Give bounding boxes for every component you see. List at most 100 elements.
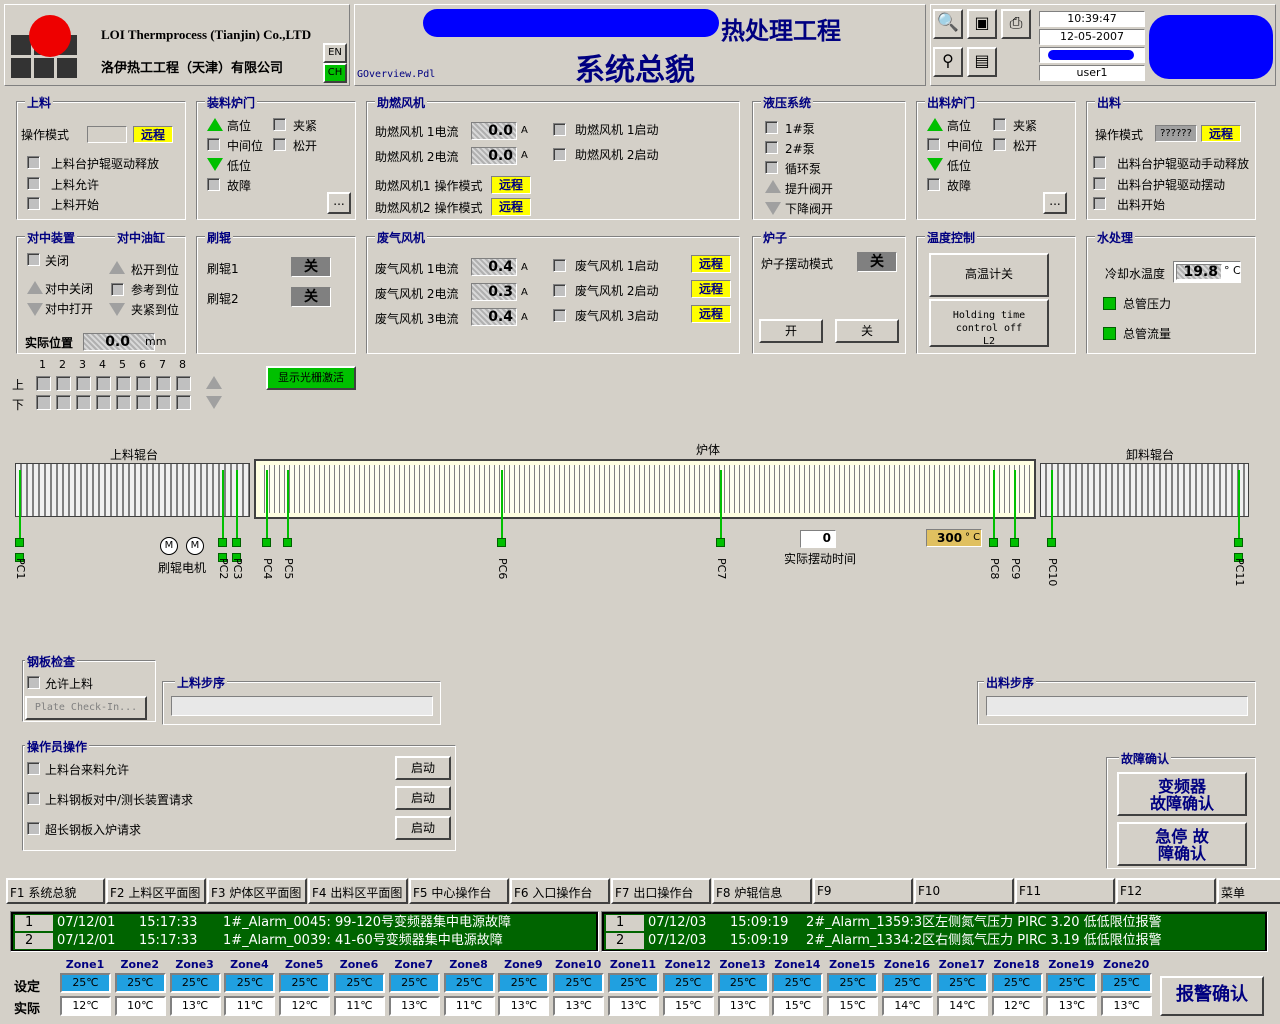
high-temp-off-button[interactable]: 高温计关 <box>929 253 1049 297</box>
grid-lower-cell[interactable] <box>56 395 71 410</box>
furnace-close-button[interactable]: 关 <box>835 319 899 343</box>
operator-start-button[interactable]: 启动 <box>395 816 451 840</box>
fan2-mode-remote[interactable]: 远程 <box>491 198 531 216</box>
discharge-door-more-button[interactable]: ... <box>1043 192 1067 214</box>
door-release-checkbox[interactable] <box>993 138 1006 151</box>
zone-setpoint[interactable]: 25℃ <box>498 973 550 993</box>
zone-setpoint[interactable]: 25℃ <box>882 973 933 993</box>
fan-start-checkbox[interactable] <box>553 123 566 136</box>
lang-cn-button[interactable]: CH <box>323 63 347 83</box>
zone-setpoint[interactable]: 25℃ <box>224 973 276 993</box>
loading-item-checkbox[interactable] <box>27 156 40 169</box>
exit-door-icon[interactable]: ▤ <box>967 47 997 77</box>
zone-setpoint[interactable]: 25℃ <box>608 973 659 993</box>
search-icon[interactable]: 🔍 <box>933 9 963 39</box>
light-curtain-button[interactable]: 显示光栅激活 <box>266 366 356 390</box>
door-fault-checkbox[interactable] <box>207 178 220 191</box>
plate-check-in-button[interactable]: Plate Check-In... <box>25 696 147 720</box>
vfd-fault-ack-button[interactable]: 变频器 故障确认 <box>1117 772 1247 816</box>
grid-upper-cell[interactable] <box>176 376 191 391</box>
loading-item-checkbox[interactable] <box>27 197 40 210</box>
alarm-row[interactable]: 1 07/12/03 15:09:19 2#_Alarm_1359:3区左侧氮气压力 … <box>604 914 1265 932</box>
printer-icon[interactable]: ⎙ <box>1001 9 1031 39</box>
door-mid-checkbox[interactable] <box>927 138 940 151</box>
grid-lower-cell[interactable] <box>36 395 51 410</box>
exhaust-mode-remote[interactable]: 远程 <box>691 280 731 298</box>
exhaust-mode-remote[interactable]: 远程 <box>691 255 731 273</box>
grid-down-arrow-icon[interactable] <box>206 396 222 409</box>
exhaust-start-checkbox[interactable] <box>553 284 566 297</box>
zone-setpoint[interactable]: 25℃ <box>60 973 111 993</box>
zone-setpoint[interactable]: 25℃ <box>279 973 331 993</box>
exhaust-start-checkbox[interactable] <box>553 259 566 272</box>
holding-time-button[interactable]: Holding time control off L2 <box>929 299 1049 347</box>
discharge-mode-remote[interactable]: 远程 <box>1201 125 1241 142</box>
fkey-button[interactable]: F5 中心操作台 <box>409 878 509 904</box>
zone-setpoint[interactable]: 25℃ <box>827 973 879 993</box>
zone-setpoint[interactable]: 25℃ <box>1101 973 1153 993</box>
alarm-row[interactable]: 1 07/12/01 15:17:33 1#_Alarm_0045: 99-120号变… <box>13 914 596 932</box>
zone-setpoint[interactable]: 25℃ <box>936 973 988 993</box>
discharge-item-checkbox[interactable] <box>1093 197 1106 210</box>
fan1-mode-remote[interactable]: 远程 <box>491 176 531 194</box>
alarm-ack-button[interactable]: 报警确认 <box>1160 976 1264 1016</box>
door-clamp-checkbox[interactable] <box>273 118 286 131</box>
lang-en-button[interactable]: EN <box>323 43 347 63</box>
alarm-row[interactable]: 2 07/12/03 15:09:19 2#_Alarm_1334:2区右侧氮气压力 … <box>604 932 1265 950</box>
fkey-button[interactable]: F7 出口操作台 <box>611 878 711 904</box>
discharge-item-checkbox[interactable] <box>1093 177 1106 190</box>
fkey-button[interactable]: F8 炉辊信息 <box>712 878 812 904</box>
grid-upper-cell[interactable] <box>76 376 91 391</box>
exhaust-start-checkbox[interactable] <box>553 309 566 322</box>
fkey-button[interactable]: F4 出料区平面图 <box>308 878 408 904</box>
loading-mode-remote[interactable]: 远程 <box>133 126 173 143</box>
zone-setpoint[interactable]: 25℃ <box>334 973 385 993</box>
fkey-button[interactable]: F2 上料区平面图 <box>106 878 206 904</box>
fkey-button[interactable]: F12 <box>1116 878 1216 904</box>
door-fault-checkbox[interactable] <box>927 178 940 191</box>
zone-setpoint[interactable]: 25℃ <box>1046 973 1098 993</box>
door-release-checkbox[interactable] <box>273 138 286 151</box>
exhaust-mode-remote[interactable]: 远程 <box>691 305 731 323</box>
grid-lower-cell[interactable] <box>116 395 131 410</box>
grid-lower-cell[interactable] <box>96 395 111 410</box>
key-icon[interactable]: ⚲ <box>933 47 963 77</box>
swing-mode-state[interactable]: 关 <box>857 252 897 272</box>
brush1-state[interactable]: 关 <box>291 257 331 277</box>
door-mid-checkbox[interactable] <box>207 138 220 151</box>
zone-setpoint[interactable]: 25℃ <box>717 973 769 993</box>
zone-setpoint[interactable]: 25℃ <box>443 973 495 993</box>
grid-upper-cell[interactable] <box>56 376 71 391</box>
operator-start-button[interactable]: 启动 <box>395 756 451 780</box>
brush2-state[interactable]: 关 <box>291 287 331 307</box>
fkey-button[interactable]: F1 系统总貌 <box>6 878 105 904</box>
allow-loading-checkbox[interactable] <box>27 676 40 689</box>
zone-setpoint[interactable]: 25℃ <box>991 973 1043 993</box>
grid-upper-cell[interactable] <box>136 376 151 391</box>
pump2-checkbox[interactable] <box>765 141 778 154</box>
grid-lower-cell[interactable] <box>156 395 171 410</box>
circ-pump-checkbox[interactable] <box>765 161 778 174</box>
grid-upper-cell[interactable] <box>116 376 131 391</box>
fkey-button[interactable]: F3 炉体区平面图 <box>207 878 307 904</box>
grid-upper-cell[interactable] <box>156 376 171 391</box>
operator-item-checkbox[interactable] <box>27 762 40 775</box>
zone-setpoint[interactable]: 25℃ <box>169 973 221 993</box>
furnace-open-button[interactable]: 开 <box>759 319 823 343</box>
loading-item-checkbox[interactable] <box>27 177 40 190</box>
grid-upper-cell[interactable] <box>96 376 111 391</box>
operator-start-button[interactable]: 启动 <box>395 786 451 810</box>
grid-up-arrow-icon[interactable] <box>206 376 222 389</box>
centering-close-checkbox[interactable] <box>27 253 40 266</box>
zone-setpoint[interactable]: 25℃ <box>662 973 714 993</box>
grid-upper-cell[interactable] <box>36 376 51 391</box>
charging-door-more-button[interactable]: ... <box>327 192 351 214</box>
door-clamp-checkbox[interactable] <box>993 118 1006 131</box>
fkey-button[interactable]: F10 <box>914 878 1014 904</box>
grid-lower-cell[interactable] <box>136 395 151 410</box>
operator-item-checkbox[interactable] <box>27 822 40 835</box>
fkey-button[interactable]: F9 <box>813 878 913 904</box>
discharge-item-checkbox[interactable] <box>1093 156 1106 169</box>
fkey-button[interactable]: F11 <box>1015 878 1115 904</box>
pump1-checkbox[interactable] <box>765 121 778 134</box>
